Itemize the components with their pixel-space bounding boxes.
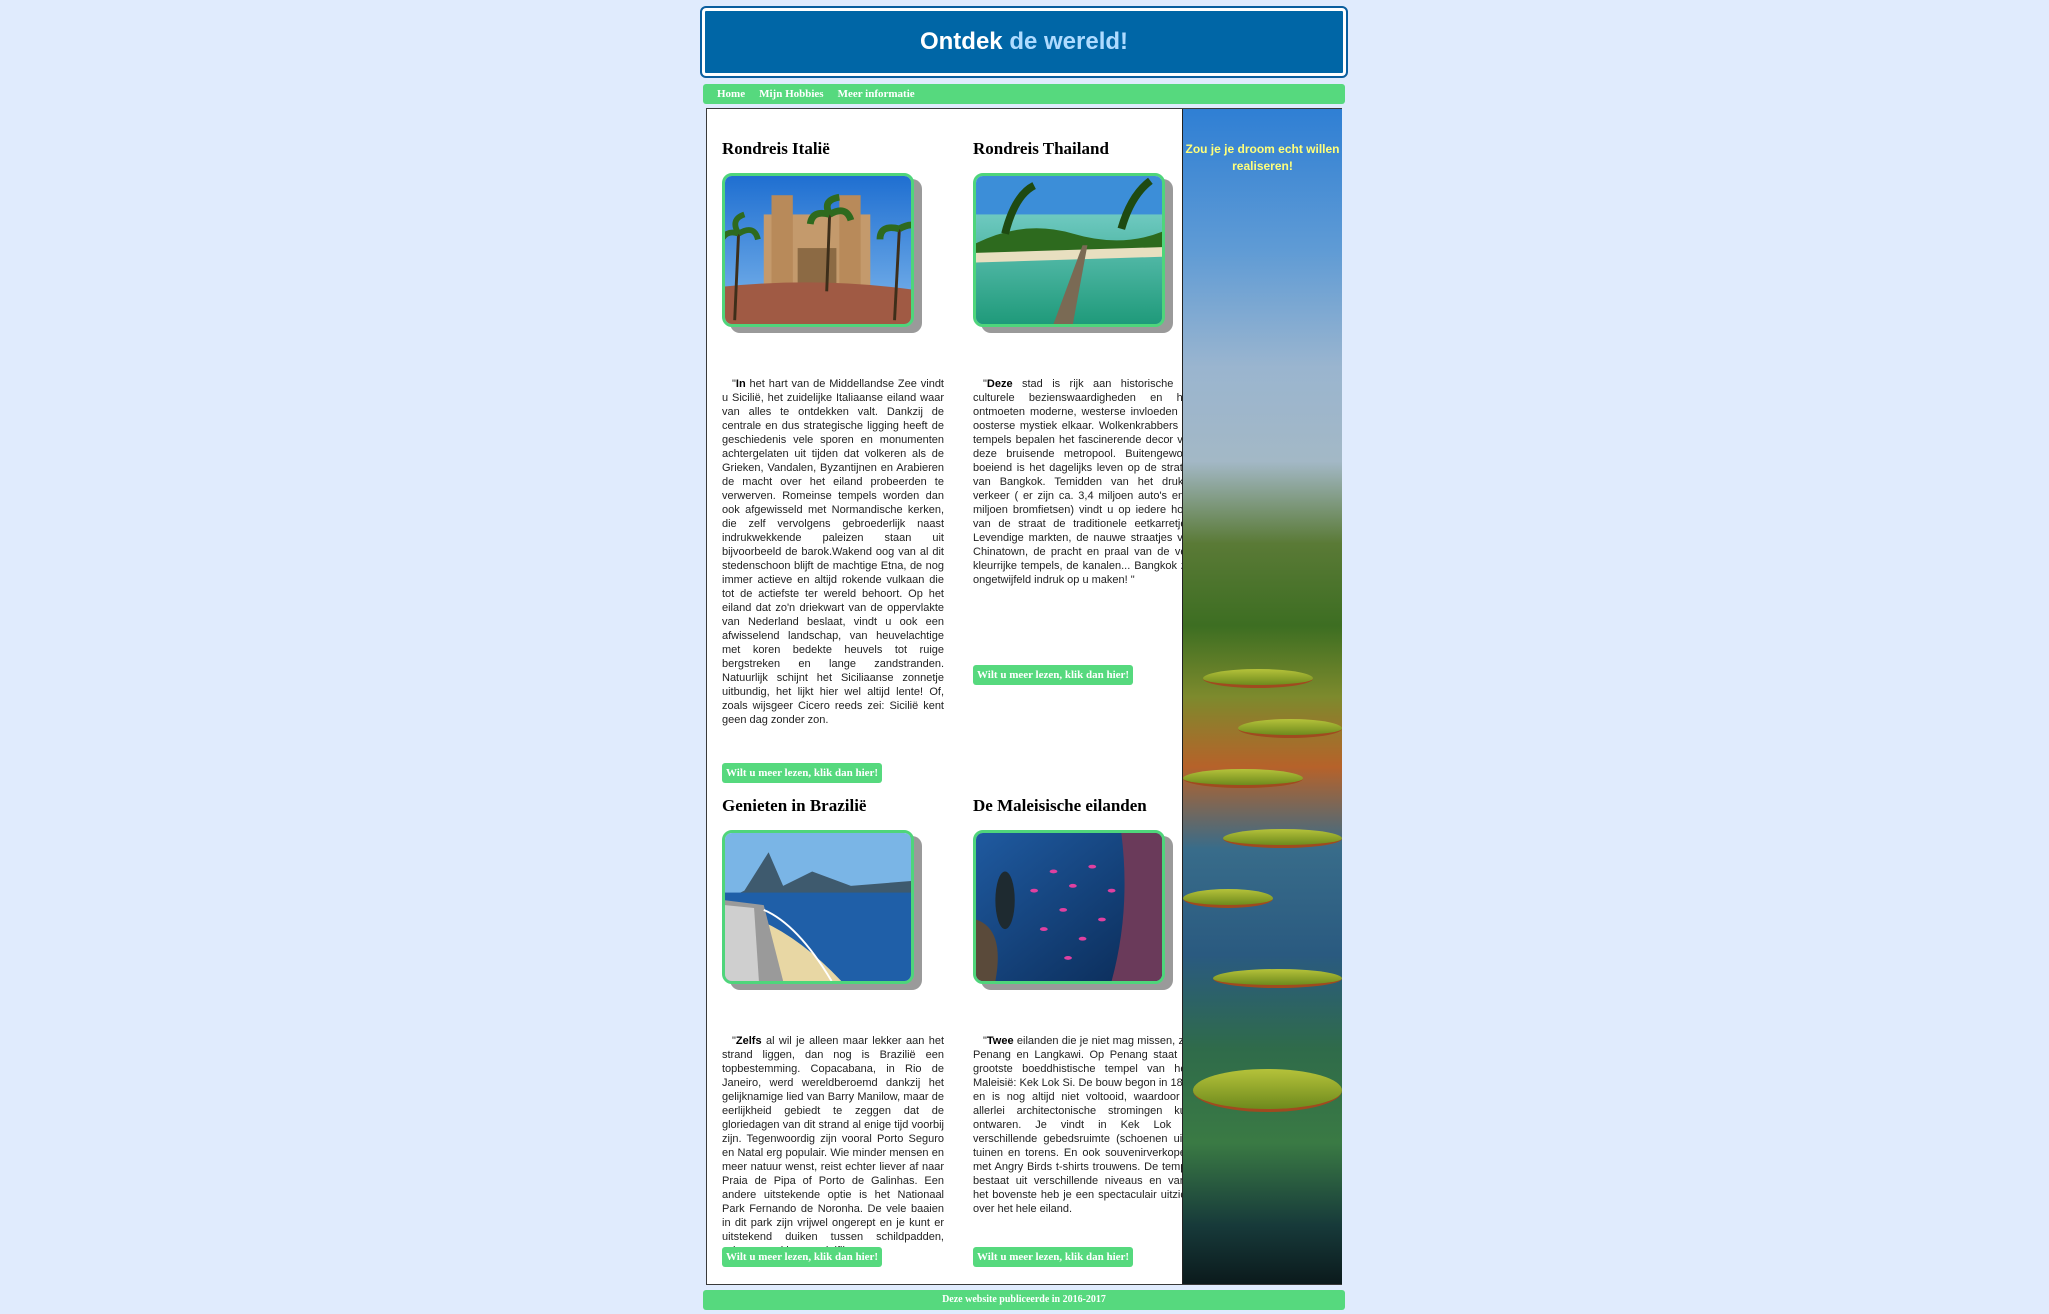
- photo-frame: [973, 830, 1173, 990]
- card-italie: Rondreis Italië "In het hart van de Midd…: [722, 139, 944, 783]
- photo-jetty-thailand: [973, 173, 1165, 327]
- read-more-button-italie[interactable]: Wilt u meer lezen, klik dan hier!: [722, 763, 883, 783]
- site-header: Ontdek de wereld!: [700, 6, 1348, 78]
- diver-image: [976, 833, 1162, 981]
- photo-frame: [973, 173, 1173, 333]
- main-nav: Home Mijn Hobbies Meer informatie: [703, 84, 1345, 104]
- sidebar-slogan: Zou je je droom echt willen realiseren!: [1185, 142, 1340, 173]
- card-text-body: eilanden die je niet mag missen, zijn Pe…: [973, 1035, 1195, 1215]
- card-text: "Twee eilanden die je niet mag missen, z…: [973, 1035, 1195, 1215]
- jetty-image: [976, 176, 1162, 324]
- site-footer: Deze website publiceerde in 2016-2017: [703, 1290, 1345, 1310]
- card-text: "Zelfs al wil je alleen maar lekker aan …: [722, 1034, 944, 1258]
- photo-copacabana-brazil: [722, 830, 914, 984]
- site-title-part1: Ontdek: [919, 28, 1003, 55]
- lily-pad: [1203, 669, 1313, 688]
- card-title: Rondreis Thailand: [973, 139, 1109, 158]
- content-area: Rondreis Italië "In het hart van de Midd…: [706, 108, 1342, 1285]
- card-text: "Deze stad is rijk aan historische en cu…: [973, 378, 1195, 586]
- nav-mijn-hobbies[interactable]: Mijn Hobbies: [759, 88, 823, 100]
- lily-pad: [1238, 719, 1342, 738]
- nav-meer-informatie[interactable]: Meer informatie: [838, 88, 915, 100]
- lily-pad: [1213, 969, 1342, 988]
- photo-frame: [722, 173, 922, 333]
- card-maleisie: De Maleisische eilanden "Twee eilanden d…: [973, 796, 1195, 1276]
- card-text-lead: Zelfs: [735, 1035, 762, 1047]
- card-text-lead: Twee: [986, 1035, 1014, 1047]
- cathedral-image: [725, 176, 911, 324]
- card-title: De Maleisische eilanden: [973, 796, 1147, 815]
- lily-pad: [1223, 829, 1342, 848]
- card-brazilie: Genieten in Brazilië "Zelfs al wil je al: [722, 796, 944, 1276]
- card-text: "In het hart van de Middellandse Zee vin…: [722, 378, 944, 726]
- nav-home[interactable]: Home: [717, 88, 745, 100]
- card-text-body: het hart van de Middellandse Zee vindt u…: [722, 378, 944, 726]
- card-thailand: Rondreis Thailand "Deze stad is rijk aan: [973, 139, 1195, 685]
- beach-image: [725, 833, 911, 981]
- page: Ontdek de wereld! Home Mijn Hobbies Meer i…: [700, 6, 1348, 1310]
- card-text-lead: Deze: [986, 378, 1013, 390]
- read-more-button-thailand[interactable]: Wilt u meer lezen, klik dan hier!: [973, 665, 1134, 685]
- lily-pad: [1183, 889, 1273, 908]
- read-more-button-brazilie[interactable]: Wilt u meer lezen, klik dan hier!: [722, 1247, 883, 1267]
- card-title: Genieten in Brazilië: [722, 796, 867, 815]
- site-title-part2: de wereld!: [1002, 28, 1129, 55]
- card-text-lead: In: [735, 378, 746, 390]
- lily-pad: [1183, 769, 1303, 788]
- card-text-body: al wil je alleen maar lekker aan het str…: [722, 1035, 944, 1257]
- lily-pad: [1193, 1069, 1342, 1112]
- sidebar-banner: Zou je je droom echt willen realiseren!: [1182, 109, 1342, 1284]
- photo-cathedral-sicily: [722, 173, 914, 327]
- card-title: Rondreis Italië: [722, 139, 830, 158]
- photo-diver-malaysia: [973, 830, 1165, 984]
- photo-frame: [722, 830, 922, 990]
- card-text-body: stad is rijk aan historische en culturel…: [973, 378, 1195, 586]
- read-more-button-maleisie[interactable]: Wilt u meer lezen, klik dan hier!: [973, 1247, 1134, 1267]
